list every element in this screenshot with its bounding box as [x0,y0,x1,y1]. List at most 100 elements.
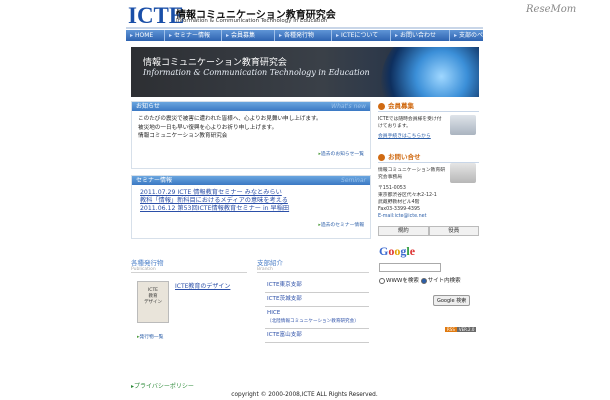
arrow-icon: ▸ [336,32,340,39]
news-more-link[interactable]: ▸過去のお知らせ一覧 [132,150,370,157]
nav-label: 会員募集 [231,32,256,39]
book-cover-image[interactable]: ICTE 教育 デザイン [137,281,169,323]
hero-banner: 情報コミュニケーション教育研究会 Information & Communica… [131,47,479,97]
contact-fax: Fax03-3399-4395 [378,207,421,212]
nav-branch[interactable]: ▸ 支部のページ [450,30,505,41]
nav-label: 支部のページ [459,32,495,39]
branches-heading: 支部紹介 Branch [257,257,369,273]
book-cover-text: ICTE 教育 デザイン [138,282,168,306]
hero-title: 情報コミュニケーション教育研究会 [143,58,287,68]
contact-address: 東京都渋谷区代々木2-12-1 [378,193,437,198]
member-image [450,115,476,135]
publications-more-link[interactable]: ▸発行物一覧 [137,333,163,340]
contact-org: 情報コミュニケーション教育研究会事務局 [378,168,446,180]
tab-officers[interactable]: 役員 [428,226,479,236]
branch-item-toyama[interactable]: ICTE富山支部 [265,329,369,343]
arrow-icon: ▸ [130,32,134,39]
seminar-item[interactable]: 2011.06.12 第53回ICTE情報教育セミナー in 早稲田 [140,205,364,213]
google-search-options: WWWを検索 サイト内検索 [379,276,476,284]
seminar-item[interactable]: 2011.07.29 ICTE 情報教育セミナー みなとみらい [140,189,364,197]
nav-seminar[interactable]: ▸ セミナー情報 [165,30,222,41]
news-line: このたびの震災で被害に遭われた皆様へ、心よりお見舞い申し上げます。 [138,116,322,122]
news-heading: お知らせ [136,103,160,110]
contact-details: 情報コミュニケーション教育研究会事務局 〒151-0053 東京都渋谷区代々木2… [378,167,446,220]
nav-label: お問い合わせ [400,32,437,39]
radio-www[interactable] [379,277,385,284]
branch-item-hice[interactable]: HICE [265,307,369,318]
arrow-icon: ▸ [395,32,399,39]
sidebar-tabs: 規約 役員 [378,226,479,236]
news-body: このたびの震災で被害に遭われた皆様へ、心よりお見舞い申し上げます。 被災地の一日… [132,111,370,145]
publications-heading-en: Publication [131,267,156,272]
watermark: ReseMom [526,4,577,15]
copyright: copyright © 2000-2008,ICTE ALL Rights Re… [231,392,378,398]
google-search-button[interactable]: Google 検索 [433,295,471,306]
nav-home[interactable]: ▸ HOME [126,30,165,41]
seminar-ghost-label: Seminar [341,177,366,184]
nav-label: セミナー情報 [174,32,211,39]
privacy-label: プライバシーポリシー [134,383,194,390]
arrow-icon: ▸ [226,32,230,39]
member-heading-label: 会員募集 [388,102,414,110]
branch-item-ibaraki[interactable]: ICTE茨城支部 [265,293,369,307]
news-heading-bar: What's new お知らせ [132,102,370,111]
seminar-heading: セミナー情報 [136,177,173,184]
news-line: 情報コミュニケーション教育研究会 [138,133,228,139]
contact-icon [378,153,385,161]
globe-image [381,47,479,97]
nav-contact[interactable]: ▸ お問い合わせ [391,30,450,41]
branch-item-hice-desc: （北陸情報コミュニケーション教育研究会） [265,318,369,329]
seminar-heading-bar: Seminar セミナー情報 [132,176,370,185]
google-search-box: Google WWWを検索 サイト内検索 Google 検索 RSS VER.2.… [379,244,477,335]
news-line: 被災地の一日も早い復興を心よりお祈り申し上げます。 [138,124,278,131]
publications-section: 各種発行物 Publication ICTE 教育 デザイン ICTE教育のデザイ… [131,257,247,340]
nav-label: HOME [135,32,154,39]
seminar-more-link[interactable]: ▸過去のセミナー情報 [132,221,370,228]
contact-image [450,163,476,183]
hero-subtitle: Information & Communication Technology i… [143,68,370,77]
main-nav: ▸ HOME ▸ セミナー情報 ▸ 会員募集 ▸ 各種発行物 ▸ ICTEについて ▸ お問… [126,30,495,41]
contact-heading-label: お問い合せ [388,153,421,161]
radio-site-label: サイト内検索 [427,278,461,284]
contact-building: 武蔵野教材ビル4階 [378,200,420,205]
branches-section: 支部紹介 Branch ICTE東京支部 ICTE茨城支部 HICE （北陸情報コ… [257,257,369,343]
contact-email[interactable]: E-mail:icte@icte.net [378,213,446,220]
book-cover-line: デザイン [144,300,162,305]
news-panel: What's new お知らせ このたびの震災で被害に遭われた皆様へ、心よりお見舞… [131,101,371,169]
seminar-panel: Seminar セミナー情報 2011.07.29 ICTE 情報教育セミナー み… [131,175,371,239]
contact-heading: お問い合せ [378,152,479,163]
nav-about[interactable]: ▸ ICTEについて [332,30,391,41]
rss-label: RSS [445,327,457,332]
publications-heading-label: 各種発行物 [131,259,164,267]
radio-site[interactable] [420,277,427,284]
publication-link[interactable]: ICTE教育のデザイン [175,281,230,290]
google-button-row: Google 検索 [433,287,476,306]
publications-heading: 各種発行物 Publication [131,257,247,273]
arrow-icon: ▸ [454,32,458,39]
news-ghost-label: What's new [331,103,366,110]
tab-rules[interactable]: 規約 [378,226,429,236]
branches-heading-en: Branch [257,267,273,272]
arrow-icon: ▸ [279,32,283,39]
branch-item-tokyo[interactable]: ICTE東京支部 [265,279,369,293]
branches-heading-label: 支部紹介 [257,259,283,267]
member-heading: 会員募集 [378,101,479,112]
seminar-more-label: 過去のセミナー情報 [320,223,364,228]
contact-postal: 〒151-0053 [378,186,406,191]
nav-member[interactable]: ▸ 会員募集 [222,30,275,41]
publications-more-label: 発行物一覧 [139,335,164,340]
site-subtitle: Information & Communication Technology i… [176,18,328,24]
nav-publications[interactable]: ▸ 各種発行物 [275,30,332,41]
google-logo: Google [379,244,416,258]
rss-version: VER.2.0 [456,327,477,332]
rss-badge[interactable]: RSS VER.2.0 [445,316,477,335]
privacy-policy-link[interactable]: ▸プライバシーポリシー [131,381,194,390]
radio-www-label: WWWを検索 [386,278,419,284]
google-search-input[interactable] [379,263,441,272]
news-more-label: 過去のお知らせ一覧 [320,151,364,157]
header-divider [126,27,483,29]
nav-label: ICTEについて [341,32,379,39]
seminar-item[interactable]: 教科「情報」新科目におけるメディアの意味を考える [140,197,364,205]
sidebar: 会員募集 ICTEでは随時会員様を受け付けております。 会員手続きはこちらから … [378,101,479,236]
member-text: ICTEでは随時会員様を受け付けております。 [378,117,442,129]
